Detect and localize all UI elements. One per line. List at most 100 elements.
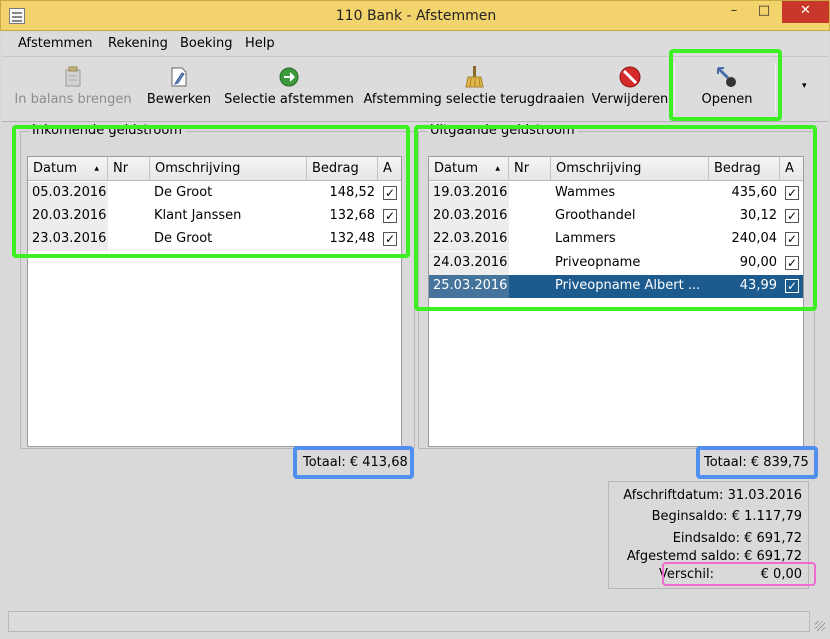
openen-button[interactable]: Openen: [684, 57, 770, 117]
verschil-value: € 0,00: [760, 567, 802, 582]
cell-datum: 24.03.2016: [433, 255, 508, 270]
incoming-table[interactable]: Datum ▲ Nr Omschrijving Bedrag A 05.03.20…: [27, 156, 402, 447]
cell-datum: 20.03.2016: [433, 208, 508, 223]
col-afgestemd[interactable]: A: [378, 157, 402, 181]
cell-datum: 20.03.2016: [32, 208, 107, 223]
toolbar-separator: [674, 63, 675, 113]
window-title: 110 Bank - Afstemmen: [335, 8, 497, 24]
broom-icon: [465, 66, 484, 88]
afgestemd-checkbox[interactable]: ✓: [785, 232, 799, 246]
resize-grip[interactable]: [815, 621, 825, 631]
selectie-afstemmen-button[interactable]: Selectie afstemmen: [222, 57, 356, 117]
menu-rekening[interactable]: Rekening: [108, 36, 168, 51]
cell-bedrag: 30,12: [739, 208, 777, 223]
cell-bedrag: 435,60: [731, 185, 778, 200]
toolbar: In balans brengen Bewerken Selectie afst…: [2, 56, 828, 122]
sort-ascending-icon: ▲: [94, 165, 99, 172]
cell-omschrijving: Groothandel: [555, 208, 636, 223]
open-icon: [716, 66, 736, 87]
afgestemd-saldo: Afgestemd saldo: € 691,72: [626, 549, 802, 564]
afgestemd-checkbox[interactable]: ✓: [383, 186, 397, 200]
col-datum-label: Datum: [434, 161, 478, 176]
cell-omschrijving: Lammers: [555, 231, 616, 246]
balance-icon: [65, 66, 81, 87]
summary-box: Afschriftdatum: 31.03.2016 Beginsaldo: €…: [608, 481, 809, 589]
outgoing-table[interactable]: Datum ▲ Nr Omschrijving Bedrag A 19.03.20…: [428, 156, 804, 447]
cell-omschrijving: Priveopname Albert ...: [555, 278, 701, 293]
cell-bedrag: 148,52: [329, 185, 376, 200]
afstemming-terugdraaien-label: Afstemming selectie terugdraaien: [363, 92, 585, 107]
cell-datum: 22.03.2016: [433, 231, 508, 246]
afgestemd-checkbox[interactable]: ✓: [785, 256, 799, 270]
cell-datum: 05.03.2016: [32, 185, 107, 200]
cell-omschrijving: De Groot: [154, 185, 213, 200]
afgestemd-checkbox[interactable]: ✓: [383, 209, 397, 223]
table-row[interactable]: 20.03.2016 Groothandel 30,12 ✓: [429, 205, 803, 228]
cell-datum: 23.03.2016: [32, 231, 107, 246]
col-omschrijving[interactable]: Omschrijving: [150, 157, 307, 181]
cell-omschrijving: Priveopname: [555, 255, 641, 270]
bewerken-button[interactable]: Bewerken: [140, 57, 218, 117]
col-bedrag[interactable]: Bedrag: [307, 157, 378, 181]
afgestemd-checkbox[interactable]: ✓: [785, 186, 799, 200]
table-row[interactable]: 24.03.2016 Priveopname 90,00 ✓: [429, 252, 803, 275]
incoming-table-header: Datum ▲ Nr Omschrijving Bedrag A: [28, 157, 401, 181]
afgestemd-checkbox[interactable]: ✓: [383, 232, 397, 246]
maximize-button[interactable]: □: [750, 1, 778, 23]
cell-omschrijving: De Groot: [154, 231, 213, 246]
outgoing-table-header: Datum ▲ Nr Omschrijving Bedrag A: [429, 157, 803, 181]
cell-datum: 25.03.2016: [433, 278, 508, 293]
menu-help[interactable]: Help: [245, 36, 275, 51]
openen-label: Openen: [701, 92, 753, 107]
col-afgestemd[interactable]: A: [780, 157, 804, 181]
eindsaldo: Eindsaldo: € 691,72: [672, 531, 802, 546]
incoming-panel-title: Inkomende geldstroom: [29, 123, 185, 138]
menu-boeking[interactable]: Boeking: [180, 36, 233, 51]
title-bar: 110 Bank - Afstemmen – □ ✕: [0, 0, 830, 31]
cell-bedrag: 132,68: [329, 208, 376, 223]
cell-bedrag: 43,99: [739, 278, 777, 293]
beginsaldo: Beginsaldo: € 1.117,79: [651, 509, 802, 524]
menu-afstemmen[interactable]: Afstemmen: [18, 36, 92, 51]
afstemming-terugdraaien-button[interactable]: Afstemming selectie terugdraaien: [362, 57, 586, 117]
verwijderen-button[interactable]: Verwijderen: [590, 57, 670, 117]
toolbar-overflow-button[interactable]: ▾: [802, 81, 807, 91]
incoming-total: Totaal: € 413,68: [303, 455, 408, 470]
selectie-afstemmen-label: Selectie afstemmen: [224, 92, 354, 107]
afgestemd-checkbox[interactable]: ✓: [785, 209, 799, 223]
cell-bedrag: 240,04: [731, 231, 778, 246]
col-datum-label: Datum: [33, 161, 77, 176]
minimize-button[interactable]: –: [720, 1, 748, 23]
col-omschrijving[interactable]: Omschrijving: [551, 157, 709, 181]
col-nr[interactable]: Nr: [108, 157, 150, 181]
outgoing-total: Totaal: € 839,75: [704, 455, 809, 470]
verschil-label: Verschil:: [659, 567, 714, 582]
col-bedrag[interactable]: Bedrag: [709, 157, 780, 181]
arrow-right-icon: [279, 67, 299, 87]
col-datum[interactable]: Datum ▲: [28, 157, 108, 181]
outgoing-panel-title: Uitgaande geldstroom: [427, 123, 578, 138]
close-button[interactable]: ✕: [782, 1, 829, 23]
table-row-selected[interactable]: 25.03.2016 Priveopname Albert ... 43,99 …: [429, 275, 803, 298]
stop-icon: [619, 66, 641, 88]
cell-bedrag: 132,48: [329, 231, 376, 246]
col-nr[interactable]: Nr: [509, 157, 551, 181]
cell-omschrijving: Wammes: [555, 185, 616, 200]
cell-bedrag: 90,00: [739, 255, 777, 270]
in-balans-brengen-label: In balans brengen: [14, 92, 132, 107]
edit-icon: [171, 67, 187, 87]
verwijderen-label: Verwijderen: [591, 92, 669, 107]
table-row[interactable]: 19.03.2016 Wammes 435,60 ✓: [429, 182, 803, 205]
bewerken-label: Bewerken: [146, 92, 212, 107]
cell-omschrijving: Klant Janssen: [154, 208, 242, 223]
table-row[interactable]: 05.03.2016 De Groot 148,52 ✓: [28, 182, 401, 205]
table-row[interactable]: 20.03.2016 Klant Janssen 132,68 ✓: [28, 205, 401, 228]
in-balans-brengen-button[interactable]: In balans brengen: [10, 57, 136, 117]
afgestemd-checkbox[interactable]: ✓: [785, 279, 799, 293]
menu-bar: Afstemmen Rekening Boeking Help: [2, 33, 828, 55]
table-row[interactable]: 23.03.2016 De Groot 132,48 ✓: [28, 228, 401, 251]
table-row[interactable]: 22.03.2016 Lammers 240,04 ✓: [429, 228, 803, 251]
sort-ascending-icon: ▲: [495, 165, 500, 172]
cell-datum: 19.03.2016: [433, 185, 508, 200]
col-datum[interactable]: Datum ▲: [429, 157, 509, 181]
